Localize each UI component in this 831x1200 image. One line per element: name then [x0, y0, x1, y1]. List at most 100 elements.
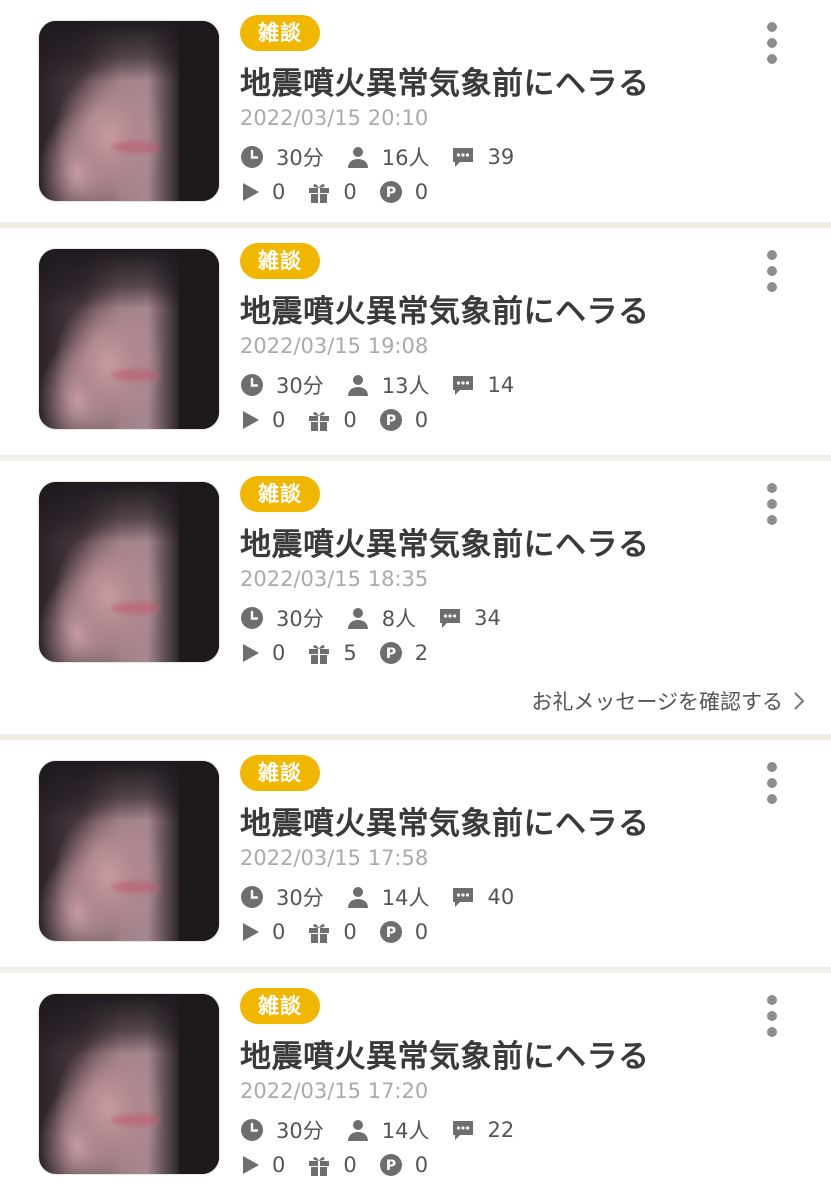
comments-value: 39 [487, 145, 515, 169]
broadcast-card[interactable]: 雑談 地震噴火異常気象前にヘラる 2022/03/15 18:35 30分 8人… [0, 461, 831, 734]
svg-text:P: P [386, 646, 396, 662]
plays-stat: 0 [240, 408, 285, 432]
plays-stat: 0 [240, 180, 285, 204]
broadcast-datetime: 2022/03/15 20:10 [240, 106, 429, 130]
duration-value: 30分 [276, 607, 324, 631]
plays-value: 0 [272, 408, 286, 432]
broadcast-thumbnail[interactable] [38, 993, 220, 1175]
stats-row-secondary: 0 0 P 0 [240, 1153, 450, 1177]
duration-value: 30分 [276, 146, 324, 170]
stats-row-secondary: 0 0 P 0 [240, 180, 450, 204]
comment-icon [453, 1121, 474, 1140]
comments-stat: 34 [438, 606, 501, 630]
plays-stat: 0 [240, 641, 285, 665]
plays-stat: 0 [240, 920, 285, 944]
points-value: 0 [414, 408, 429, 432]
broadcast-thumbnail[interactable] [38, 760, 220, 942]
gifts-stat: 0 [307, 408, 357, 432]
plays-value: 0 [272, 180, 286, 204]
point-icon: P [379, 642, 402, 664]
duration-stat: 30分 [240, 882, 324, 912]
thanks-message-link[interactable]: お礼メッセージを確認する [531, 686, 805, 716]
listeners-stat: 13人 [346, 370, 430, 400]
svg-text:P: P [386, 925, 396, 941]
duration-value: 30分 [276, 374, 324, 398]
comments-value: 22 [487, 1118, 515, 1142]
gift-icon [309, 1157, 330, 1176]
comments-stat: 39 [451, 145, 514, 169]
listeners-stat: 14人 [346, 882, 430, 912]
comments-stat: 22 [451, 1118, 514, 1142]
gift-icon [309, 924, 330, 943]
comments-value: 34 [474, 606, 501, 630]
gifts-stat: 0 [307, 180, 357, 204]
broadcast-card[interactable]: 雑談 地震噴火異常気象前にヘラる 2022/03/15 17:58 30分 14… [0, 740, 831, 967]
point-icon: P [379, 181, 402, 203]
points-stat: P 2 [379, 641, 428, 665]
points-stat: P 0 [379, 920, 428, 944]
clock-icon [241, 146, 263, 168]
svg-text:P: P [386, 1158, 396, 1174]
plays-value: 0 [272, 1153, 286, 1177]
duration-value: 30分 [276, 886, 324, 910]
comment-icon [453, 376, 474, 395]
broadcast-thumbnail[interactable] [38, 248, 220, 430]
comments-stat: 14 [451, 373, 514, 397]
comment-icon [453, 148, 474, 167]
points-value: 2 [414, 641, 429, 665]
more-options-button[interactable] [765, 250, 779, 298]
listeners-value: 13人 [381, 374, 430, 398]
clock-icon [241, 374, 263, 396]
gifts-value: 0 [343, 180, 357, 204]
person-icon [347, 887, 368, 908]
broadcast-title[interactable]: 地震噴火異常気象前にヘラる [240, 519, 650, 564]
duration-stat: 30分 [240, 603, 324, 633]
plays-value: 0 [272, 641, 286, 665]
broadcast-title[interactable]: 地震噴火異常気象前にヘラる [240, 1031, 650, 1076]
broadcast-title[interactable]: 地震噴火異常気象前にヘラる [240, 798, 650, 843]
broadcast-card[interactable]: 雑談 地震噴火異常気象前にヘラる 2022/03/15 17:20 30分 14… [0, 973, 831, 1195]
gifts-stat: 5 [307, 641, 357, 665]
broadcast-thumbnail[interactable] [38, 20, 220, 202]
comment-icon [440, 609, 461, 628]
gifts-value: 0 [343, 920, 357, 944]
play-icon [243, 923, 259, 941]
category-badge: 雑談 [240, 755, 320, 791]
broadcast-card[interactable]: 雑談 地震噴火異常気象前にヘラる 2022/03/15 19:08 30分 13… [0, 228, 831, 455]
broadcast-card[interactable]: 雑談 地震噴火異常気象前にヘラる 2022/03/15 20:10 30分 16… [0, 0, 831, 222]
points-stat: P 0 [379, 408, 428, 432]
broadcast-thumbnail[interactable] [38, 481, 220, 663]
gifts-value: 0 [343, 1153, 357, 1177]
more-options-button[interactable] [765, 22, 779, 70]
listeners-value: 14人 [381, 886, 430, 910]
svg-text:P: P [386, 185, 396, 201]
category-badge: 雑談 [240, 476, 320, 512]
stats-row-secondary: 0 5 P 2 [240, 641, 450, 665]
gifts-stat: 0 [307, 920, 357, 944]
gift-icon [309, 645, 330, 664]
broadcast-title[interactable]: 地震噴火異常気象前にヘラる [240, 286, 650, 331]
category-badge: 雑談 [240, 988, 320, 1024]
more-options-button[interactable] [765, 483, 779, 531]
stats-row-primary: 30分 8人 34 [240, 603, 523, 633]
more-vertical-icon [767, 250, 777, 260]
more-options-button[interactable] [765, 762, 779, 810]
points-stat: P 0 [379, 1153, 428, 1177]
point-icon: P [379, 409, 402, 431]
more-vertical-icon [767, 995, 777, 1005]
play-icon [243, 411, 259, 429]
point-icon: P [379, 921, 402, 943]
duration-stat: 30分 [240, 370, 324, 400]
broadcast-datetime: 2022/03/15 17:20 [240, 1079, 429, 1103]
points-value: 0 [414, 920, 429, 944]
listeners-stat: 8人 [346, 603, 416, 633]
person-icon [347, 608, 368, 629]
person-icon [347, 375, 368, 396]
stats-row-primary: 30分 14人 22 [240, 1115, 536, 1145]
stats-row-primary: 30分 16人 39 [240, 142, 536, 172]
more-options-button[interactable] [765, 995, 779, 1043]
person-icon [347, 1120, 368, 1141]
broadcast-title[interactable]: 地震噴火異常気象前にヘラる [240, 58, 650, 103]
svg-text:P: P [386, 413, 396, 429]
stats-row-secondary: 0 0 P 0 [240, 408, 450, 432]
